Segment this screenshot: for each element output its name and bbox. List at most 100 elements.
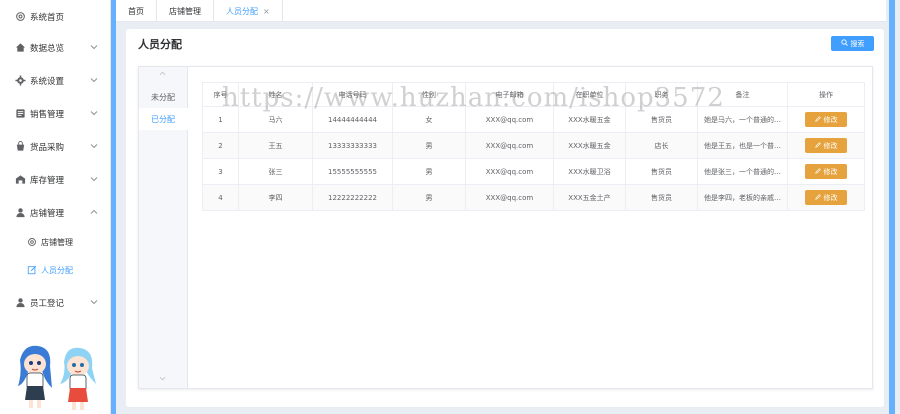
table-row: 4 李四 12222222222 男 XXX@qq.com XXX五金土产 售货… bbox=[202, 184, 865, 211]
cell-gender: 男 bbox=[392, 158, 466, 185]
cell-name: 李四 bbox=[238, 184, 313, 211]
cell-phone: 13333333333 bbox=[312, 132, 393, 159]
scrollbar[interactable] bbox=[889, 0, 895, 414]
chevron-down-icon[interactable] bbox=[159, 375, 166, 384]
cell-phone: 15555555555 bbox=[312, 158, 393, 185]
cell-email: XXX@qq.com bbox=[465, 158, 554, 185]
page-title: 人员分配 bbox=[138, 38, 182, 51]
staff-table: 序号 姓名 电话号码 性别 电子邮箱 在职单位 职务 备注 操作 1 马六 14… bbox=[202, 82, 865, 211]
edit-button-label: 修改 bbox=[823, 141, 838, 150]
side-tab-unassigned[interactable]: 未分配 bbox=[139, 86, 188, 108]
column-header: 电话号码 bbox=[312, 82, 393, 107]
side-tab-label: 已分配 bbox=[151, 114, 175, 124]
sidebar-item-overview[interactable]: 数据总览 bbox=[0, 31, 110, 64]
home-icon bbox=[14, 42, 26, 54]
sidebar-item-store[interactable]: 店铺管理 bbox=[0, 196, 110, 229]
cell-actions: 修改 bbox=[787, 106, 865, 133]
edit-icon bbox=[814, 141, 821, 150]
table-row: 3 张三 15555555555 男 XXX@qq.com XXX水暖卫浴 售货… bbox=[202, 158, 865, 185]
sidebar-item-sales[interactable]: 销售管理 bbox=[0, 97, 110, 130]
sidebar-item-label: 系统设置 bbox=[30, 76, 65, 87]
sidebar-subitem-label: 人员分配 bbox=[41, 265, 73, 275]
sidebar-item-label: 货品采购 bbox=[30, 142, 65, 153]
gear-icon bbox=[26, 237, 37, 248]
chevron-down-icon bbox=[90, 175, 99, 184]
cell-name: 马六 bbox=[238, 106, 313, 133]
column-header: 备注 bbox=[697, 82, 788, 107]
column-header: 序号 bbox=[202, 82, 239, 107]
cell-remark: 他是张三，一个普通的… bbox=[697, 158, 788, 185]
cell-actions: 修改 bbox=[787, 184, 865, 211]
cell-index: 3 bbox=[202, 158, 239, 185]
edit-icon bbox=[814, 115, 821, 124]
cell-employer: XXX水暖卫浴 bbox=[553, 158, 626, 185]
mascot-illustration bbox=[18, 345, 96, 410]
cell-name: 王五 bbox=[238, 132, 313, 159]
chevron-down-icon bbox=[90, 109, 99, 118]
cell-position: 店长 bbox=[625, 132, 698, 159]
edit-button[interactable]: 修改 bbox=[805, 190, 847, 205]
tab-home[interactable]: 首页 bbox=[116, 0, 157, 22]
sidebar-subitem-staff-assign[interactable]: 人员分配 bbox=[0, 256, 110, 284]
sidebar-subitem-store-manage[interactable]: 店铺管理 bbox=[0, 228, 110, 256]
table-header-row: 序号 姓名 电话号码 性别 电子邮箱 在职单位 职务 备注 操作 bbox=[202, 82, 865, 107]
gear-icon bbox=[14, 11, 26, 23]
sales-icon bbox=[14, 108, 26, 120]
cell-employer: XXX水暖五金 bbox=[553, 132, 626, 159]
tab-staff-assign[interactable]: 人员分配 × bbox=[214, 0, 283, 22]
user-icon bbox=[14, 207, 26, 219]
cart-icon bbox=[14, 141, 26, 153]
sidebar: 系统首页 数据总览 系统设置 销售管理 货品采购 库存管理 店铺管理 店铺管理 … bbox=[0, 0, 111, 414]
cell-remark: 他是王五，也是一个普… bbox=[697, 132, 788, 159]
sidebar-subitem-label: 店铺管理 bbox=[41, 237, 73, 247]
search-icon bbox=[840, 39, 848, 48]
edit-button[interactable]: 修改 bbox=[805, 164, 847, 179]
cell-name: 张三 bbox=[238, 158, 313, 185]
tab-store-manage[interactable]: 店铺管理 bbox=[157, 0, 214, 22]
table-row: 2 王五 13333333333 男 XXX@qq.com XXX水暖五金 店长… bbox=[202, 132, 865, 159]
cell-position: 售货员 bbox=[625, 158, 698, 185]
cell-gender: 女 bbox=[392, 106, 466, 133]
edit-icon bbox=[814, 193, 821, 202]
cell-position: 售货员 bbox=[625, 106, 698, 133]
cell-actions: 修改 bbox=[787, 158, 865, 185]
cell-phone: 14444444444 bbox=[312, 106, 393, 133]
sidebar-item-purchase[interactable]: 货品采购 bbox=[0, 130, 110, 163]
chevron-up-icon[interactable] bbox=[159, 70, 166, 79]
cell-remark: 她是马六，一个普通的… bbox=[697, 106, 788, 133]
user-icon bbox=[14, 297, 26, 309]
cell-index: 4 bbox=[202, 184, 239, 211]
sidebar-item-settings[interactable]: 系统设置 bbox=[0, 64, 110, 97]
close-icon[interactable]: × bbox=[263, 7, 270, 16]
sidebar-item-label: 库存管理 bbox=[30, 175, 65, 186]
sidebar-item-employee[interactable]: 员工登记 bbox=[0, 286, 110, 319]
search-button[interactable]: 搜索 bbox=[831, 36, 874, 51]
edit-button-label: 修改 bbox=[823, 193, 838, 202]
sidebar-item-label: 数据总览 bbox=[30, 43, 65, 54]
cell-phone: 12222222222 bbox=[312, 184, 393, 211]
cell-position: 售货员 bbox=[625, 184, 698, 211]
column-header: 在职单位 bbox=[553, 82, 626, 107]
column-header: 职务 bbox=[625, 82, 698, 107]
sidebar-item-label: 系统首页 bbox=[30, 12, 65, 23]
edit-icon bbox=[814, 167, 821, 176]
cell-email: XXX@qq.com bbox=[465, 132, 554, 159]
side-tab-assigned[interactable]: 已分配 bbox=[139, 108, 188, 130]
edit-button[interactable]: 修改 bbox=[805, 138, 847, 153]
search-button-label: 搜索 bbox=[850, 39, 865, 48]
cell-employer: XXX水暖五金 bbox=[553, 106, 626, 133]
cell-gender: 男 bbox=[392, 184, 466, 211]
column-header: 操作 bbox=[787, 82, 865, 107]
sidebar-item-inventory[interactable]: 库存管理 bbox=[0, 163, 110, 196]
tab-label: 店铺管理 bbox=[169, 6, 201, 16]
sidebar-item-label: 员工登记 bbox=[30, 298, 65, 309]
edit-icon bbox=[26, 265, 37, 276]
chevron-down-icon bbox=[90, 43, 99, 52]
chevron-down-icon bbox=[90, 142, 99, 151]
cell-remark: 他是李四，老板的亲戚… bbox=[697, 184, 788, 211]
chevron-down-icon bbox=[90, 298, 99, 307]
edit-button[interactable]: 修改 bbox=[805, 112, 847, 127]
cell-index: 1 bbox=[202, 106, 239, 133]
sidebar-item-home[interactable]: 系统首页 bbox=[0, 0, 110, 33]
column-header: 性别 bbox=[392, 82, 466, 107]
